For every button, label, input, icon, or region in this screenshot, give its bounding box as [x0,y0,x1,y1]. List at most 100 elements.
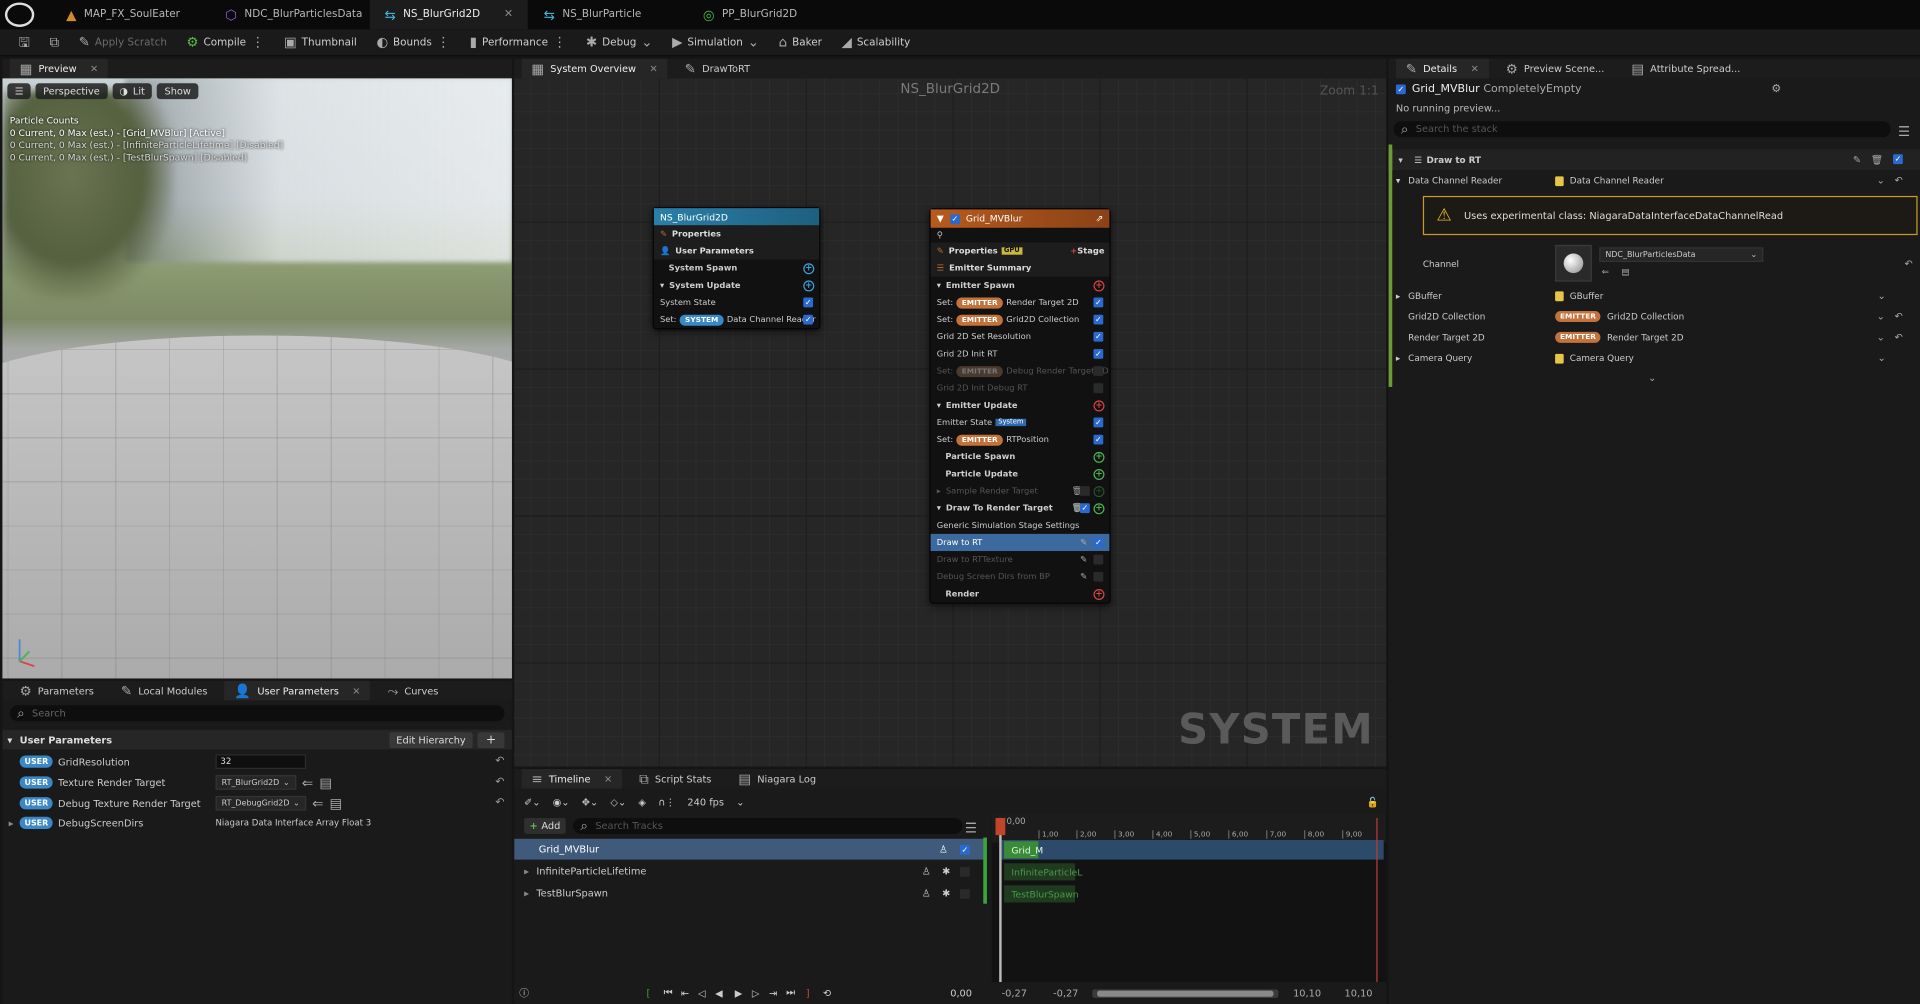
end-marker[interactable] [1376,817,1378,983]
grid-resolution-input[interactable]: 32 [215,754,307,769]
scalability-button[interactable]: ◢ Scalability [833,29,919,56]
add-parameter-button[interactable]: + [477,732,505,749]
browse-icon[interactable]: ▤ [319,776,332,789]
set-end-icon[interactable]: ] [806,988,810,999]
view-range-start[interactable]: -0,27 [1002,988,1027,999]
property-row[interactable]: Channel NDC_BlurParticlesData ⌄ ⇐ ▤ ↶ [1389,242,1920,284]
tab-system-overview[interactable]: ▦ System Overview ✕ [521,58,668,79]
loop-icon[interactable]: ⟲ [823,988,831,999]
module-row[interactable]: Set: EMITTER Render Target 2D ✓ [931,294,1110,311]
add-stage-button[interactable]: +Stage [1070,246,1104,256]
system-update[interactable]: ▾ System Update + [654,277,819,294]
chevron-down-icon[interactable]: ⌄ [1877,175,1885,186]
close-icon[interactable]: ✕ [604,773,612,784]
track-enabled-checkbox[interactable] [960,866,970,877]
tab-user-parameters[interactable]: 👤 User Parameters ✕ [224,680,371,701]
baker-button[interactable]: ⌂ Baker [770,29,830,56]
timeline-ruler[interactable]: 0,00 1,00 2,00 3,00 4,00 5,00 6,00 7,00 8,00 9,0… [991,813,1387,843]
scratch-pad-icon[interactable]: ✎ [1080,538,1087,548]
save-button[interactable]: 🖫 [10,29,39,56]
filter-icon[interactable]: ☰ [1898,124,1910,140]
enabled-checkbox[interactable]: ✓ [1093,314,1104,325]
chevron-right-icon[interactable]: ▸ [9,817,14,828]
tab-details[interactable]: ✎ Details ✕ [1395,58,1489,79]
property-row[interactable]: Render Target 2D EMITTER Render Target 2D… [1389,327,1920,348]
tab-ns-blurgrid2d[interactable]: ⇆ NS_BlurGrid2D ✕ [369,0,529,30]
snapping-icon[interactable]: ✥⌄ [582,797,598,808]
module-row[interactable]: Set: EMITTER Grid2D Collection ✓ [931,311,1110,328]
track-search-input[interactable]: ⌕ Search Tracks [573,817,963,834]
chevron-down-icon[interactable]: ⌄ [1878,290,1886,301]
filter-icon[interactable]: ☰ [965,820,977,836]
enabled-checkbox[interactable]: ✓ [1093,537,1104,548]
tab-preview[interactable]: ▦ Preview ✕ [9,58,109,79]
enabled-checkbox[interactable] [1093,571,1104,582]
reset-icon[interactable]: ↶ [495,776,504,788]
emitter-summary[interactable]: ☰ Emitter Summary [930,259,1110,277]
set-start-icon[interactable]: [ [647,988,651,999]
use-selected-icon[interactable]: ⇐ [1602,266,1609,277]
tab-drawtort[interactable]: ✎ DrawToRT [675,59,760,79]
previous-frame-icon[interactable]: ◁ [698,988,706,999]
property-row[interactable]: ▸ Camera Query Camera Query ⌄ [1389,348,1920,369]
add-module-icon[interactable]: + [803,262,815,274]
jump-to-start-icon[interactable]: ⏮ [664,987,673,999]
add-module-icon[interactable]: + [1093,451,1105,463]
track-clip[interactable]: Grid_M [1004,841,1043,859]
render-section[interactable]: Render + [931,585,1110,602]
parameter-row[interactable]: ▸ USER DebugScreenDirs Niagara Data Inte… [2,813,511,833]
reset-icon[interactable]: ↶ [1895,332,1903,343]
property-row[interactable]: ▸ GBuffer GBuffer ⌄ [1389,285,1920,306]
expand-more-icon[interactable]: ⌄ [1648,372,1656,383]
apply-scratch-button[interactable]: ✎ Apply Scratch [70,29,175,56]
enabled-checkbox[interactable]: ✓ [1093,348,1104,359]
timeline-scrollbar[interactable] [1092,989,1279,998]
more-options-icon[interactable]: ⋮ [251,36,264,49]
next-frame-icon[interactable]: ▷ [752,988,760,999]
tab-script-stats[interactable]: ⧉ Script Stats [629,769,721,789]
enabled-checkbox[interactable]: ✓ [803,314,814,325]
curve-editor-icon[interactable]: ◈ [638,797,646,808]
track-row[interactable]: ▸ TestBlurSpawn ♙ ✱ [514,883,984,904]
system-node[interactable]: NS_BlurGrid2D ✎ Properties 👤 User Paramete… [652,206,821,330]
module-row[interactable]: Grid 2D Init Debug RT [931,380,1110,397]
tab-niagara-log[interactable]: ▤ Niagara Log [729,769,826,789]
browse-icon[interactable]: ▤ [1621,266,1629,277]
key-tools-icon[interactable]: ✐⌄ [524,797,540,808]
add-module-icon[interactable]: + [803,279,815,291]
view-options-icon[interactable]: ◉⌄ [553,797,570,808]
enabled-checkbox[interactable]: ✓ [1093,417,1104,428]
tab-map-fx-souleater[interactable]: ▲ MAP_FX_SoulEater [51,0,211,30]
delete-icon[interactable]: 🗑 [1871,154,1883,165]
view-range-end[interactable]: 10,10 [1345,988,1373,999]
solo-icon[interactable]: ✱ [942,888,950,899]
isolate-icon[interactable]: ♙ [922,866,931,877]
close-icon[interactable]: ✕ [90,63,98,74]
track-row[interactable]: ▸ InfiniteParticleLifetime ♙ ✱ [514,861,984,882]
reset-icon[interactable]: ↶ [1904,258,1912,269]
lit-button[interactable]: ◑ Lit [112,83,153,100]
add-module-icon[interactable]: + [1093,502,1105,514]
property-row[interactable]: Grid2D Collection EMITTER Grid2D Collecti… [1389,306,1920,327]
perspective-button[interactable]: Perspective [35,83,108,100]
play-icon[interactable]: ▶ [735,988,743,999]
emitter-spawn[interactable]: ▾ Emitter Spawn + [931,277,1110,294]
enabled-checkbox[interactable]: ✓ [803,297,814,308]
isolate-icon[interactable]: ♙ [922,888,931,899]
play-reverse-icon[interactable]: ◀ [715,988,723,999]
tab-ns-blurparticle[interactable]: ⇆ NS_BlurParticle [529,0,689,30]
enabled-checkbox[interactable]: ✓ [1093,331,1104,342]
add-module-icon[interactable]: + [1093,468,1105,480]
tab-preview-scene[interactable]: ⚙ Preview Scene... [1496,59,1614,79]
enabled-checkbox[interactable]: ✓ [1093,434,1104,445]
more-options-icon[interactable]: ⋮ [553,36,566,49]
track-clip[interactable]: InfiniteParticleL [1004,863,1082,881]
module-row[interactable]: Grid 2D Init RT ✓ [931,345,1110,362]
particle-spawn[interactable]: Particle Spawn + [931,448,1110,465]
compile-button[interactable]: ⚙ Compile ⋮ [178,29,273,56]
stack-search-input[interactable]: ⌕ Search the stack [1393,121,1891,138]
reset-icon[interactable]: ↶ [495,797,504,809]
playhead-handle[interactable] [995,817,1006,836]
reset-icon[interactable]: ↶ [495,756,504,768]
particle-update[interactable]: Particle Update + [931,465,1110,482]
